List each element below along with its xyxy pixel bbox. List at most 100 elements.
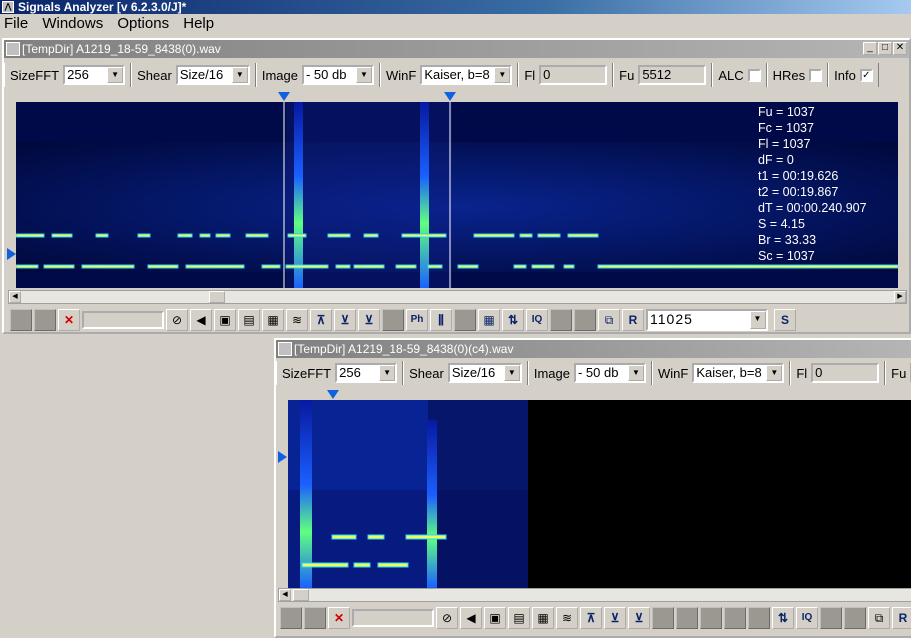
paste-icon[interactable]: ⧉ [868, 607, 890, 629]
fl-field[interactable]: 0 [811, 363, 880, 383]
window2-titlebar[interactable]: [TempDir] A1219_18-59_8438(0)(c4).wav [276, 340, 911, 358]
horizontal-scrollbar-2[interactable]: ◀ [278, 588, 911, 602]
chevron-down-icon[interactable]: ▼ [231, 67, 248, 83]
frame-icon[interactable]: ▣ [484, 607, 506, 629]
filter-icon[interactable]: ≋ [556, 607, 578, 629]
spectrogram-secondary[interactable] [288, 400, 911, 588]
iq-icon[interactable]: IQ [796, 607, 818, 629]
chevron-down-icon[interactable]: ▼ [494, 67, 511, 83]
window1-titlebar[interactable]: [TempDir] A1219_18-59_8438(0).wav _ □ ✕ [4, 40, 909, 58]
bars-icon[interactable]: ⫼ [430, 309, 452, 331]
collapse-icon[interactable]: ⊻ [358, 309, 380, 331]
iq-icon[interactable]: IQ [526, 309, 548, 331]
chevron-down-icon[interactable]: ▼ [379, 365, 396, 381]
document-icon[interactable]: ▦ [262, 309, 284, 331]
minimize-button[interactable]: _ [863, 42, 877, 55]
blank-icon[interactable] [844, 607, 866, 629]
hres-checkbox[interactable] [809, 68, 823, 82]
delete-icon[interactable]: ✕ [58, 309, 80, 331]
scroll-thumb[interactable] [209, 291, 225, 303]
alc-checkbox[interactable] [747, 68, 761, 82]
progress-field [82, 311, 164, 329]
blank-icon[interactable] [676, 607, 698, 629]
horizontal-scrollbar[interactable]: ◀ ▶ [8, 290, 907, 304]
scroll-right-icon[interactable]: ▶ [894, 291, 906, 303]
chevron-down-icon[interactable]: ▼ [766, 365, 783, 381]
chevron-down-icon[interactable]: ▼ [627, 365, 644, 381]
blank-icon[interactable] [700, 607, 722, 629]
shear-select[interactable]: Size/16 ▼ [447, 363, 522, 383]
delete-icon[interactable]: ✕ [328, 607, 350, 629]
phase-icon[interactable]: Ph [406, 309, 428, 331]
menu-file[interactable]: File [0, 14, 34, 34]
r-icon[interactable]: R [622, 309, 644, 331]
blank-icon[interactable] [550, 309, 572, 331]
image-value: - 50 db [305, 67, 347, 82]
open-icon[interactable] [10, 309, 32, 331]
menu-help[interactable]: Help [179, 14, 220, 34]
s-button[interactable]: S [774, 309, 796, 331]
filter-icon[interactable]: ≋ [286, 309, 308, 331]
r-icon[interactable]: R [892, 607, 911, 629]
maximize-button[interactable]: □ [878, 42, 892, 55]
sizefft-select[interactable]: 256 ▼ [335, 363, 398, 383]
window-icon [278, 342, 292, 356]
chevron-down-icon[interactable]: ▼ [503, 365, 520, 381]
spectrogram-main[interactable]: Fu = 1037 Fc = 1037 Fl = 1037 dF = 0 t1 … [16, 102, 898, 288]
window2-controls: SizeFFT 256 ▼ Shear Size/16 ▼ Image - 50 d… [276, 360, 911, 386]
cursor-marker-top-right[interactable] [444, 92, 456, 101]
blank-icon[interactable] [724, 607, 746, 629]
open-icon[interactable] [280, 607, 302, 629]
blank-icon[interactable] [574, 309, 596, 331]
swap-icon[interactable]: ⇅ [502, 309, 524, 331]
expand-up-icon[interactable]: ⊼ [310, 309, 332, 331]
info-checkbox[interactable]: ✓ [859, 68, 873, 82]
save-icon[interactable] [304, 607, 326, 629]
chevron-down-icon[interactable]: ▼ [107, 67, 124, 83]
expand-down-icon[interactable]: ⊻ [604, 607, 626, 629]
winf-select[interactable]: Kaiser, b=8 ▼ [692, 363, 785, 383]
speaker-icon[interactable]: ◀ [460, 607, 482, 629]
chevron-down-icon[interactable]: ▼ [750, 311, 766, 329]
scroll-thumb[interactable] [293, 589, 309, 601]
table-icon[interactable]: ▤ [508, 607, 530, 629]
image-select[interactable]: - 50 db ▼ [301, 65, 374, 85]
fu-field[interactable]: 5512 [638, 65, 707, 85]
sizefft-select[interactable]: 256 ▼ [63, 65, 126, 85]
frame-icon[interactable]: ▣ [214, 309, 236, 331]
blank-icon[interactable] [748, 607, 770, 629]
swap-icon[interactable]: ⇅ [772, 607, 794, 629]
stop-icon[interactable]: ⊘ [166, 309, 188, 331]
collapse-icon[interactable]: ⊻ [628, 607, 650, 629]
shear-select[interactable]: Size/16 ▼ [175, 65, 250, 85]
blank-icon[interactable] [820, 607, 842, 629]
copy-icon[interactable]: ⧉ [598, 309, 620, 331]
save-icon[interactable] [34, 309, 56, 331]
speaker-icon[interactable]: ◀ [190, 309, 212, 331]
blank-icon[interactable] [382, 309, 404, 331]
cursor-marker-top[interactable] [327, 390, 339, 399]
winf-select[interactable]: Kaiser, b=8 ▼ [420, 65, 513, 85]
expand-up-icon[interactable]: ⊼ [580, 607, 602, 629]
scroll-left-icon[interactable]: ◀ [279, 589, 291, 601]
frequency-marker-left[interactable] [278, 451, 287, 463]
chevron-down-icon[interactable]: ▼ [355, 67, 372, 83]
grid-icon[interactable]: ▦ [478, 309, 500, 331]
menu-windows[interactable]: Windows [38, 14, 109, 34]
close-button[interactable]: ✕ [893, 42, 907, 55]
document-icon[interactable]: ▦ [532, 607, 554, 629]
menu-options[interactable]: Options [113, 14, 175, 34]
fl-field[interactable]: 0 [539, 65, 608, 85]
stop-icon[interactable]: ⊘ [436, 607, 458, 629]
info-fc: Fc = 1037 [758, 121, 814, 135]
winf-value: Kaiser, b=8 [424, 67, 490, 82]
scroll-left-icon[interactable]: ◀ [9, 291, 21, 303]
frequency-marker-left[interactable] [7, 248, 16, 260]
expand-down-icon[interactable]: ⊻ [334, 309, 356, 331]
table-icon[interactable]: ▤ [238, 309, 260, 331]
samplerate-select[interactable]: 11025 ▼ [646, 309, 768, 331]
image-select[interactable]: - 50 db ▼ [573, 363, 646, 383]
cursor-marker-top-left[interactable] [278, 92, 290, 101]
blank-icon[interactable] [652, 607, 674, 629]
blank-icon[interactable] [454, 309, 476, 331]
